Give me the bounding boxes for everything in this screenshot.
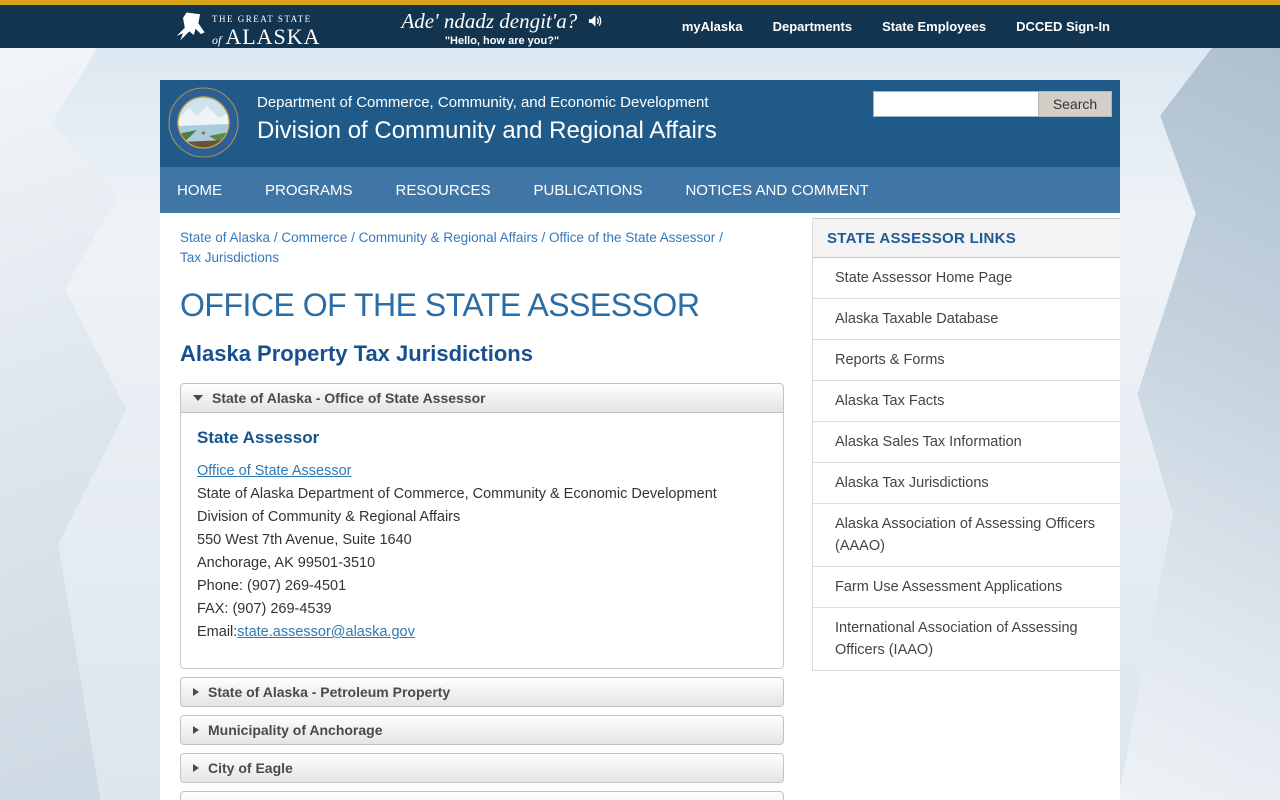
topbar-link[interactable]: DCCED Sign-In: [1016, 19, 1110, 34]
contact-info-line: Phone: (907) 269-4501: [197, 578, 347, 594]
state-assessor-links-sidebar: STATE ASSESSOR LINKS State Assessor Home…: [812, 218, 1120, 671]
contact-info-line: Anchorage, AK 99501-3510: [197, 555, 376, 571]
background-mountains-left: [0, 48, 127, 800]
accordion-header[interactable]: Municipality of Anchorage: [180, 715, 784, 745]
main-nav-link[interactable]: HOME: [177, 182, 222, 199]
sidebar-title: STATE ASSESSOR LINKS: [813, 218, 1120, 258]
state-topbar: THE GREAT STATE of ALASKA Ade' ndadz den…: [0, 5, 1280, 48]
site-header: Department of Commerce, Community, and E…: [160, 80, 1120, 167]
sidebar-link[interactable]: Reports & Forms: [813, 340, 1120, 381]
accordion-office-of-state-assessor: State of Alaska - Office of State Assess…: [180, 383, 784, 669]
native-greeting: Ade' ndadz dengit'a? "Hello, how are you…: [372, 9, 632, 47]
speaker-icon[interactable]: [583, 9, 603, 33]
main-nav-link[interactable]: RESOURCES: [396, 182, 491, 199]
accordion-label: State of Alaska - Office of State Assess…: [212, 390, 486, 406]
triangle-right-icon: [193, 764, 199, 772]
sidebar-link[interactable]: Alaska Sales Tax Information: [813, 422, 1120, 463]
sidebar-link-list: State Assessor Home Page Alaska Taxable D…: [813, 258, 1120, 671]
accordion-panel: State Assessor Office of State Assessor …: [180, 413, 784, 669]
logo-line-1: THE GREAT STATE: [212, 13, 312, 24]
accordion-label: City of Eagle: [208, 760, 293, 776]
email-link[interactable]: state.assessor@alaska.gov: [237, 624, 415, 640]
triangle-right-icon: [193, 726, 199, 734]
accordion-header[interactable]: State of Alaska - Office of State Assess…: [180, 383, 784, 413]
accordion-group: State of Alaska - Office of State Assess…: [180, 383, 784, 800]
breadcrumb-link[interactable]: Office of the State Assessor: [549, 230, 715, 245]
greeting-translation: "Hello, how are you?": [444, 35, 560, 47]
accordion-label: Municipality of Anchorage: [208, 722, 383, 738]
accordion-header[interactable]: City of Eagle: [180, 753, 784, 783]
accordion-label: State of Alaska - Petroleum Property: [208, 684, 451, 700]
email-label: Email:: [197, 624, 238, 640]
accordion-collapsed: City of Eagle: [180, 753, 784, 783]
topbar-link[interactable]: State Employees: [882, 19, 986, 34]
sidebar-link[interactable]: State Assessor Home Page: [813, 258, 1120, 299]
panel-heading: State Assessor: [197, 428, 320, 447]
office-of-state-assessor-link[interactable]: Office of State Assessor: [197, 463, 351, 479]
sidebar-link[interactable]: Alaska Taxable Database: [813, 299, 1120, 340]
sidebar-link[interactable]: Alaska Tax Facts: [813, 381, 1120, 422]
content-area: State of Alaska / Commerce / Community &…: [160, 213, 1120, 800]
logo-line-2: ALASKA: [225, 23, 321, 49]
search-input[interactable]: [873, 91, 1038, 117]
state-of-alaska-logo[interactable]: THE GREAT STATE of ALASKA: [174, 8, 321, 49]
topbar-links: myAlaska Departments State Employees DCCED …: [682, 5, 1110, 48]
sidebar-link[interactable]: Alaska Association of Assessing Officers…: [813, 504, 1120, 567]
main-nav-link[interactable]: NOTICES AND COMMENT: [685, 182, 868, 199]
sidebar-link[interactable]: Alaska Tax Jurisdictions: [813, 463, 1120, 504]
breadcrumb-link[interactable]: Community & Regional Affairs: [359, 230, 538, 245]
division-title-link[interactable]: Division of Community and Regional Affai…: [257, 117, 1120, 145]
accordion-collapsed: Municipality of Anchorage: [180, 715, 784, 745]
search-button[interactable]: Search: [1038, 91, 1112, 117]
topbar-link[interactable]: myAlaska: [682, 19, 743, 34]
logo-of: of: [212, 32, 222, 47]
collapsed-accordions: State of Alaska - Petroleum Property Mun…: [180, 677, 784, 800]
sidebar-link[interactable]: International Association of Assessing O…: [813, 608, 1120, 671]
background-mountains-right: [1118, 48, 1280, 800]
main-nav-link[interactable]: PUBLICATIONS: [534, 182, 643, 199]
breadcrumb-link[interactable]: Commerce: [281, 230, 347, 245]
contact-info-line: FAX: (907) 269-4539: [197, 601, 332, 617]
contact-info-line: State of Alaska Department of Commerce, …: [197, 486, 717, 502]
main-navigation: HOME PROGRAMS RESOURCES PUBLICATIONS NOTICES…: [160, 167, 1120, 213]
alaska-state-seal-icon: [167, 86, 240, 159]
page-container: Department of Commerce, Community, and E…: [160, 80, 1120, 800]
triangle-right-icon: [193, 688, 199, 696]
breadcrumb-link[interactable]: Tax Jurisdictions: [180, 250, 279, 265]
accordion-collapsed: Fairbanks North Star Borough: [180, 791, 784, 800]
accordion-collapsed: State of Alaska - Petroleum Property: [180, 677, 784, 707]
breadcrumb-link[interactable]: State of Alaska: [180, 230, 270, 245]
greeting-native-text: Ade' ndadz dengit'a?: [401, 9, 578, 33]
accordion-header[interactable]: State of Alaska - Petroleum Property: [180, 677, 784, 707]
accordion-header[interactable]: Fairbanks North Star Borough: [180, 791, 784, 800]
sidebar-link[interactable]: Farm Use Assessment Applications: [813, 567, 1120, 608]
alaska-silhouette-icon: [174, 8, 210, 49]
main-nav-link[interactable]: PROGRAMS: [265, 182, 353, 199]
breadcrumb: State of Alaska / Commerce / Community &…: [180, 230, 723, 265]
contact-info-line: 550 West 7th Avenue, Suite 1640: [197, 532, 412, 548]
contact-info: State of Alaska Department of Commerce, …: [197, 483, 767, 621]
contact-info-line: Division of Community & Regional Affairs: [197, 509, 461, 525]
site-search: Search: [873, 91, 1112, 117]
topbar-link[interactable]: Departments: [773, 19, 852, 34]
triangle-down-icon: [193, 395, 203, 401]
